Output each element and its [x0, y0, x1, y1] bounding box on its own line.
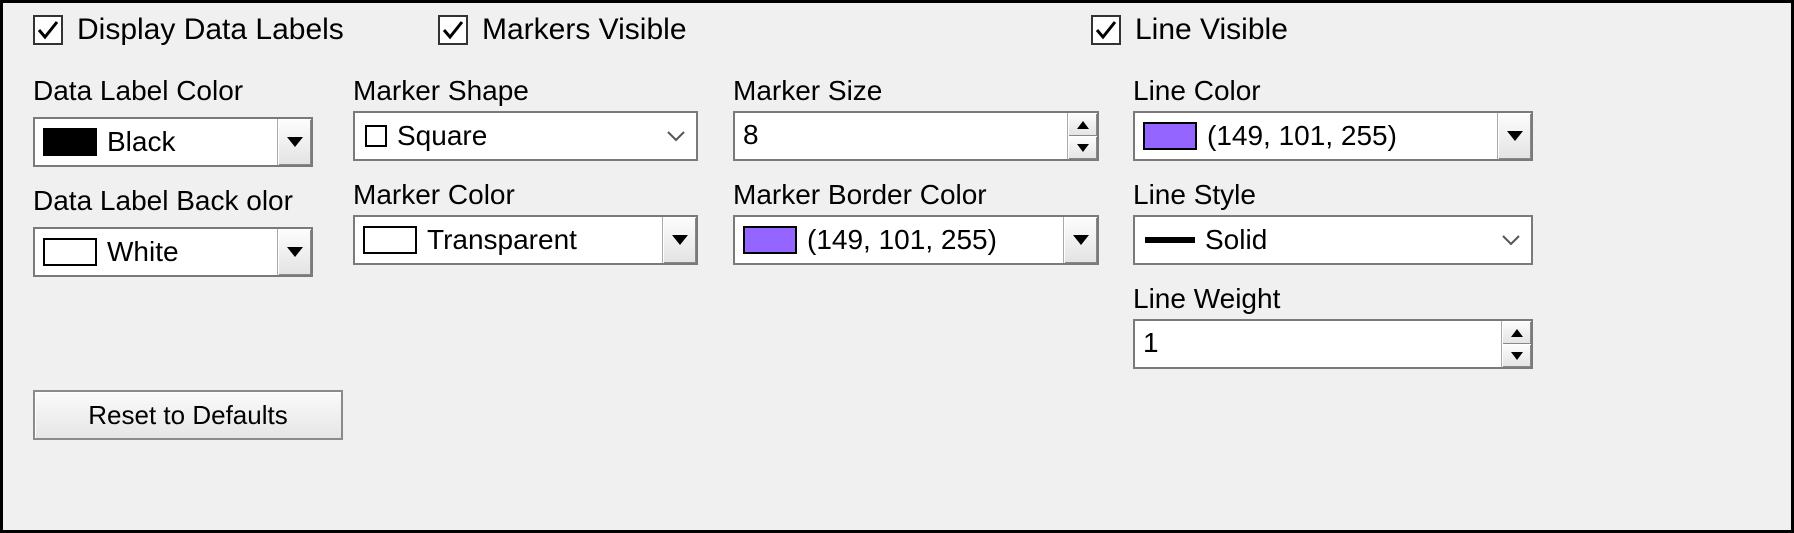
- data-label-color-dropdown[interactable]: Black: [33, 117, 313, 167]
- line-style-label: Line Style: [1133, 179, 1771, 211]
- checkmark-icon: [33, 15, 63, 45]
- line-visible-label: Line Visible: [1135, 13, 1288, 47]
- line-visible-checkbox[interactable]: Line Visible: [1091, 13, 1288, 47]
- spinner-buttons[interactable]: [1501, 321, 1531, 367]
- chevron-down-icon: [277, 229, 311, 275]
- line-weight-stepper[interactable]: 1: [1133, 319, 1533, 369]
- marker-size-stepper[interactable]: 8: [733, 111, 1099, 161]
- line-column: Line Color (149, 101, 255) Line Style So…: [1133, 73, 1771, 518]
- checkmark-icon: [1091, 15, 1121, 45]
- reset-button-label: Reset to Defaults: [88, 400, 287, 431]
- chevron-down-icon: [1497, 113, 1531, 159]
- marker-shape-label: Marker Shape: [353, 75, 733, 107]
- color-swatch-icon: [743, 226, 797, 254]
- marker-size-value: 8: [735, 113, 1067, 159]
- marker-border-color-value: (149, 101, 255): [807, 224, 1063, 256]
- line-color-dropdown[interactable]: (149, 101, 255): [1133, 111, 1533, 161]
- color-swatch-icon: [43, 238, 97, 266]
- square-shape-icon: [365, 125, 387, 147]
- data-label-backcolor-value: White: [107, 236, 277, 268]
- chevron-down-icon: [1491, 217, 1531, 263]
- marker-border-color-dropdown[interactable]: (149, 101, 255): [733, 215, 1099, 265]
- solid-line-icon: [1145, 237, 1195, 243]
- series-style-panel: Display Data Labels Markers Visible Line…: [0, 0, 1794, 533]
- color-swatch-icon: [363, 226, 417, 254]
- spinner-up-icon[interactable]: [1502, 321, 1531, 344]
- chevron-down-icon: [662, 217, 696, 263]
- display-data-labels-checkbox[interactable]: Display Data Labels: [33, 13, 344, 47]
- chevron-down-icon: [1063, 217, 1097, 263]
- color-swatch-icon: [43, 128, 97, 156]
- color-swatch-icon: [1143, 122, 1197, 150]
- data-label-color-value: Black: [107, 126, 277, 158]
- marker-shape-column: Marker Shape Square Marker Color Transpa…: [353, 73, 733, 518]
- data-label-color-label: Data Label Color: [33, 75, 353, 107]
- spinner-down-icon[interactable]: [1502, 344, 1531, 367]
- data-label-column: Data Label Color Black Data Label Back o…: [33, 73, 353, 518]
- chevron-down-icon: [656, 113, 696, 159]
- marker-color-value: Transparent: [427, 224, 662, 256]
- line-style-dropdown[interactable]: Solid: [1133, 215, 1533, 265]
- spinner-down-icon[interactable]: [1068, 136, 1097, 159]
- line-color-label: Line Color: [1133, 75, 1771, 107]
- marker-border-color-label: Marker Border Color: [733, 179, 1133, 211]
- marker-color-label: Marker Color: [353, 179, 733, 211]
- marker-size-label: Marker Size: [733, 75, 1133, 107]
- data-label-backcolor-label: Data Label Back olor: [33, 185, 353, 217]
- chevron-down-icon: [277, 119, 311, 165]
- spinner-buttons[interactable]: [1067, 113, 1097, 159]
- line-weight-label: Line Weight: [1133, 283, 1771, 315]
- fields-grid: Data Label Color Black Data Label Back o…: [33, 73, 1771, 518]
- line-color-value: (149, 101, 255): [1207, 120, 1497, 152]
- marker-color-dropdown[interactable]: Transparent: [353, 215, 698, 265]
- marker-shape-value: Square: [397, 120, 656, 152]
- markers-visible-checkbox[interactable]: Markers Visible: [438, 13, 687, 47]
- line-style-value: Solid: [1205, 224, 1491, 256]
- marker-shape-dropdown[interactable]: Square: [353, 111, 698, 161]
- marker-size-column: Marker Size 8 Marker Border Color (149, …: [733, 73, 1133, 518]
- markers-visible-label: Markers Visible: [482, 13, 687, 47]
- checkmark-icon: [438, 15, 468, 45]
- spinner-up-icon[interactable]: [1068, 113, 1097, 136]
- line-weight-value: 1: [1135, 321, 1501, 367]
- data-label-backcolor-dropdown[interactable]: White: [33, 227, 313, 277]
- display-data-labels-label: Display Data Labels: [77, 13, 344, 47]
- reset-to-defaults-button[interactable]: Reset to Defaults: [33, 390, 343, 440]
